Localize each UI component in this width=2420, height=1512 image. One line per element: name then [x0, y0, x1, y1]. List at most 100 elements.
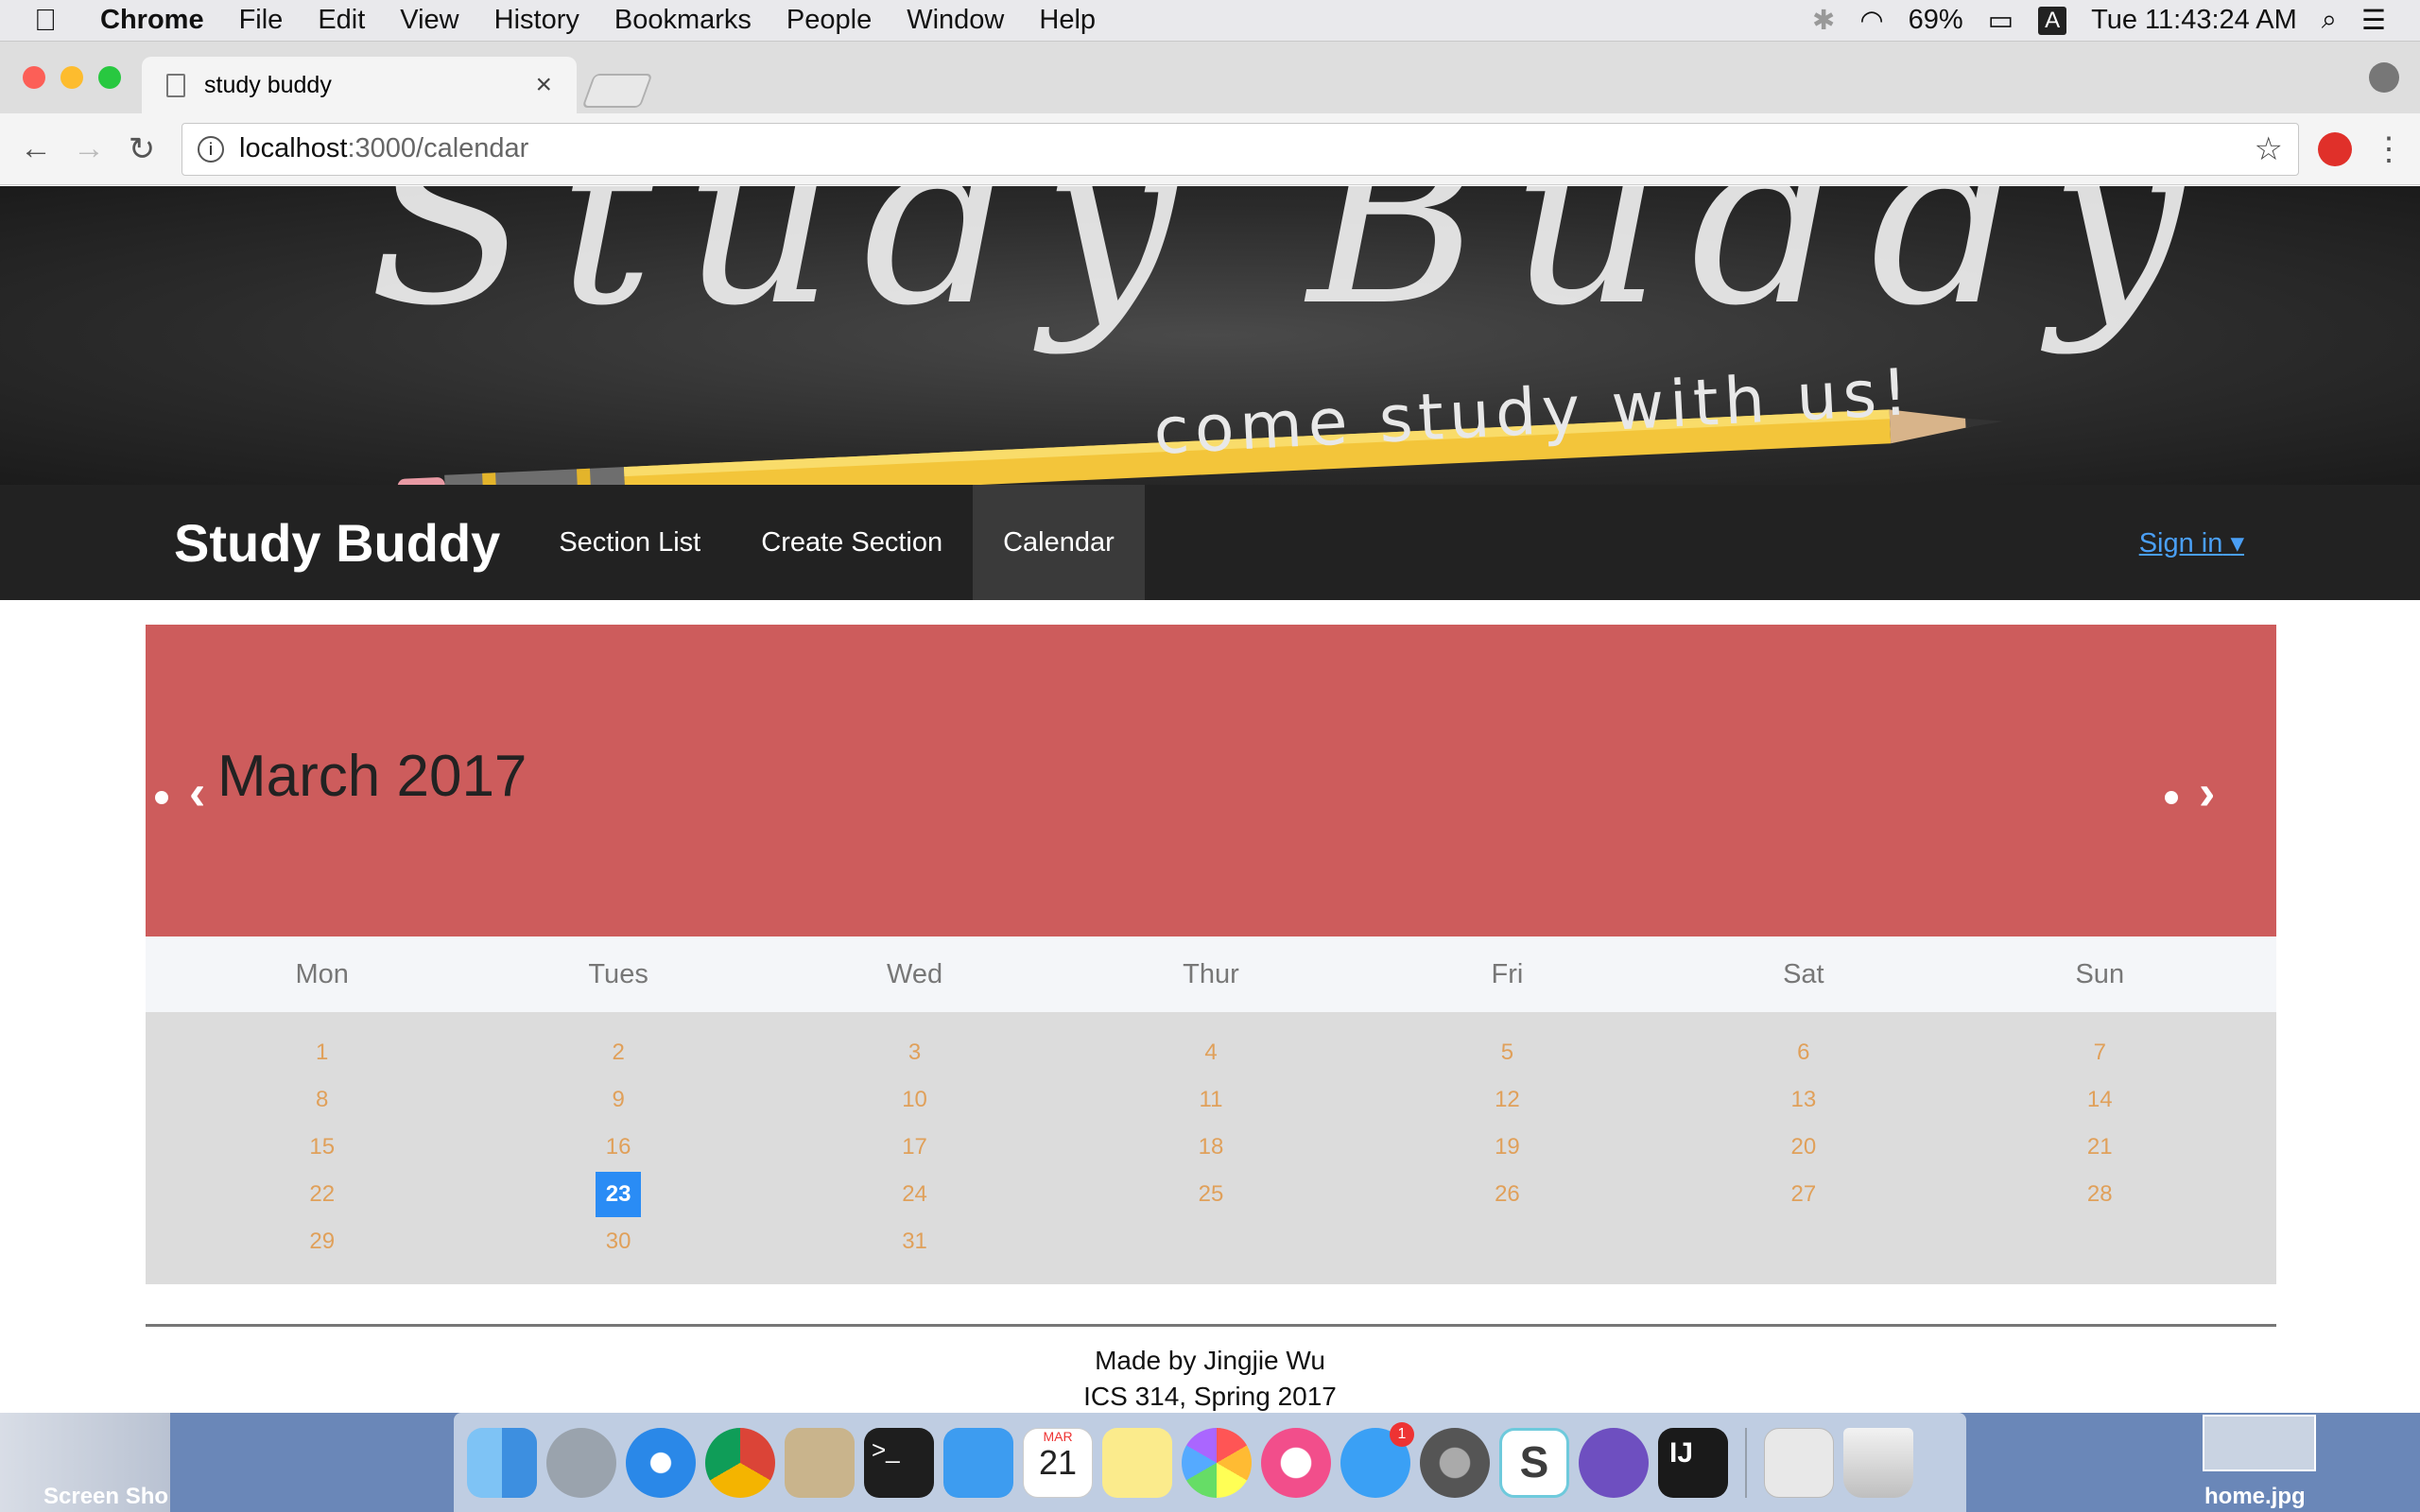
notification-center-icon[interactable]: ☰	[2361, 4, 2386, 37]
calendar-day[interactable]: 5	[1359, 1040, 1655, 1066]
calendar-day[interactable]: 28	[1952, 1181, 2248, 1208]
calendar-day[interactable]: 10	[767, 1087, 1063, 1113]
nav-calendar[interactable]: Calendar	[973, 485, 1145, 600]
back-arrow-icon[interactable]: ←	[9, 130, 62, 167]
bluetooth-icon[interactable]: ✱	[1812, 4, 1835, 37]
calendar-day[interactable]: 21	[1952, 1134, 2248, 1160]
address-bar[interactable]: i localhost :3000/calendar ☆	[182, 122, 2299, 176]
hero-banner: Study Buddy come study with us!	[0, 186, 2420, 485]
trash-icon[interactable]	[1843, 1427, 1913, 1498]
safari-icon[interactable]	[626, 1427, 696, 1498]
forward-arrow-icon[interactable]: →	[62, 130, 115, 167]
sign-in-label: Sign in	[2138, 527, 2223, 558]
calendar-day[interactable]: 1	[174, 1040, 470, 1066]
navbar-brand[interactable]: Study Buddy	[174, 512, 500, 574]
calendar-day-today[interactable]: 23	[470, 1172, 766, 1217]
mail-icon[interactable]	[785, 1427, 855, 1498]
calendar-day[interactable]: 24	[767, 1181, 1063, 1208]
minimize-window-button[interactable]	[60, 66, 83, 89]
slack-icon[interactable]: S	[1499, 1427, 1569, 1498]
calendar-day[interactable]: 15	[174, 1134, 470, 1160]
launchpad-icon[interactable]	[546, 1427, 616, 1498]
calendar-day[interactable]: 22	[174, 1181, 470, 1208]
bookmark-star-icon[interactable]: ☆	[2255, 130, 2283, 168]
itunes-icon[interactable]	[1261, 1427, 1331, 1498]
calendar-day[interactable]: 31	[767, 1228, 1063, 1255]
calendar-day[interactable]: 14	[1952, 1087, 2248, 1113]
photos-icon[interactable]	[1182, 1427, 1252, 1498]
desktop-file-label[interactable]: Screen Sho	[43, 1484, 168, 1510]
xcode-icon[interactable]	[943, 1427, 1013, 1498]
calendar-day[interactable]: 20	[1655, 1134, 1951, 1160]
calendar-day[interactable]: 7	[1952, 1040, 2248, 1066]
calendar-day[interactable]: 2	[470, 1040, 766, 1066]
wifi-icon[interactable]: ◠	[1859, 4, 1883, 37]
app-store-icon[interactable]: 1	[1340, 1421, 1414, 1498]
nav-section-list[interactable]: Section List	[528, 485, 731, 600]
menu-view[interactable]: View	[400, 5, 458, 36]
banner-chalk-title: Study Buddy	[369, 186, 2212, 357]
terminal-icon[interactable]: >_	[864, 1427, 934, 1498]
apple-menu-icon[interactable]: 	[34, 3, 72, 38]
input-source-icon[interactable]: A	[2038, 6, 2067, 35]
close-tab-icon[interactable]: ×	[535, 69, 552, 101]
calendar-day[interactable]: 16	[470, 1134, 766, 1160]
menu-history[interactable]: History	[494, 5, 579, 36]
calendar-day[interactable]: 17	[767, 1134, 1063, 1160]
finder-icon[interactable]	[467, 1427, 537, 1498]
prev-month-button[interactable]: ‹	[189, 765, 205, 821]
calendar-day[interactable]: 3	[767, 1040, 1063, 1066]
menu-bookmarks[interactable]: Bookmarks	[614, 5, 752, 36]
calendar-app-icon[interactable]: MAR 21	[1023, 1427, 1093, 1498]
calendar-day[interactable]: 6	[1655, 1040, 1951, 1066]
calendar-day[interactable]: 12	[1359, 1087, 1655, 1113]
battery-icon[interactable]: ▭	[1988, 4, 2014, 37]
calendar-day[interactable]: 27	[1655, 1181, 1951, 1208]
desktop-image-thumbnail[interactable]	[2203, 1415, 2316, 1471]
menu-people[interactable]: People	[786, 5, 872, 36]
profile-icon[interactable]	[2369, 62, 2399, 93]
battery-percent[interactable]: 69%	[1909, 5, 1963, 36]
github-desktop-icon[interactable]	[1579, 1427, 1649, 1498]
calendar-day[interactable]: 8	[174, 1087, 470, 1113]
system-preferences-icon[interactable]	[1420, 1427, 1490, 1498]
menu-file[interactable]: File	[239, 5, 284, 36]
calendar-day[interactable]: 30	[470, 1228, 766, 1255]
zoom-window-button[interactable]	[98, 66, 121, 89]
new-tab-button[interactable]	[581, 74, 653, 108]
calendar-day[interactable]: 25	[1063, 1181, 1358, 1208]
intellij-icon[interactable]: IJ	[1658, 1427, 1728, 1498]
menu-window[interactable]: Window	[907, 5, 1004, 36]
site-info-icon[interactable]: i	[198, 135, 224, 163]
header-dot-right	[2165, 791, 2178, 804]
menu-edit[interactable]: Edit	[318, 5, 365, 36]
chrome-icon[interactable]	[705, 1427, 775, 1498]
calendar-day[interactable]: 18	[1063, 1134, 1358, 1160]
menu-app-chrome[interactable]: Chrome	[100, 5, 204, 36]
menubar-clock[interactable]: Tue 11:43:24 AM	[2091, 5, 2297, 36]
reload-icon[interactable]: ↻	[115, 130, 168, 168]
calendar-day[interactable]: 13	[1655, 1087, 1951, 1113]
desktop-file-label[interactable]: home.jpg	[2204, 1484, 2306, 1510]
footer-divider	[146, 1324, 2276, 1327]
nav-create-section[interactable]: Create Section	[731, 485, 973, 600]
spotlight-search-icon[interactable]: ⌕	[2322, 5, 2337, 36]
sign-in-dropdown[interactable]: Sign in ▾	[2139, 526, 2244, 559]
chrome-menu-icon[interactable]: ⋮	[2373, 130, 2405, 168]
calendar-day[interactable]: 26	[1359, 1181, 1655, 1208]
menu-help[interactable]: Help	[1039, 5, 1096, 36]
calendar-day[interactable]: 9	[470, 1087, 766, 1113]
page-document-icon	[166, 73, 185, 97]
extension-shield-icon[interactable]	[2318, 131, 2352, 166]
next-month-button[interactable]: ›	[2199, 765, 2215, 821]
notes-icon[interactable]	[1102, 1427, 1172, 1498]
browser-tab[interactable]: study buddy ×	[142, 57, 577, 113]
close-window-button[interactable]	[23, 66, 45, 89]
recent-window-icon[interactable]	[1764, 1427, 1834, 1498]
tab-strip: study buddy ×	[0, 42, 2420, 113]
calendar-day[interactable]: 4	[1063, 1040, 1358, 1066]
footer-author: Made by Jingjie Wu	[1095, 1346, 1325, 1375]
calendar-day[interactable]: 29	[174, 1228, 470, 1255]
calendar-day[interactable]: 11	[1063, 1087, 1358, 1113]
calendar-day[interactable]: 19	[1359, 1134, 1655, 1160]
